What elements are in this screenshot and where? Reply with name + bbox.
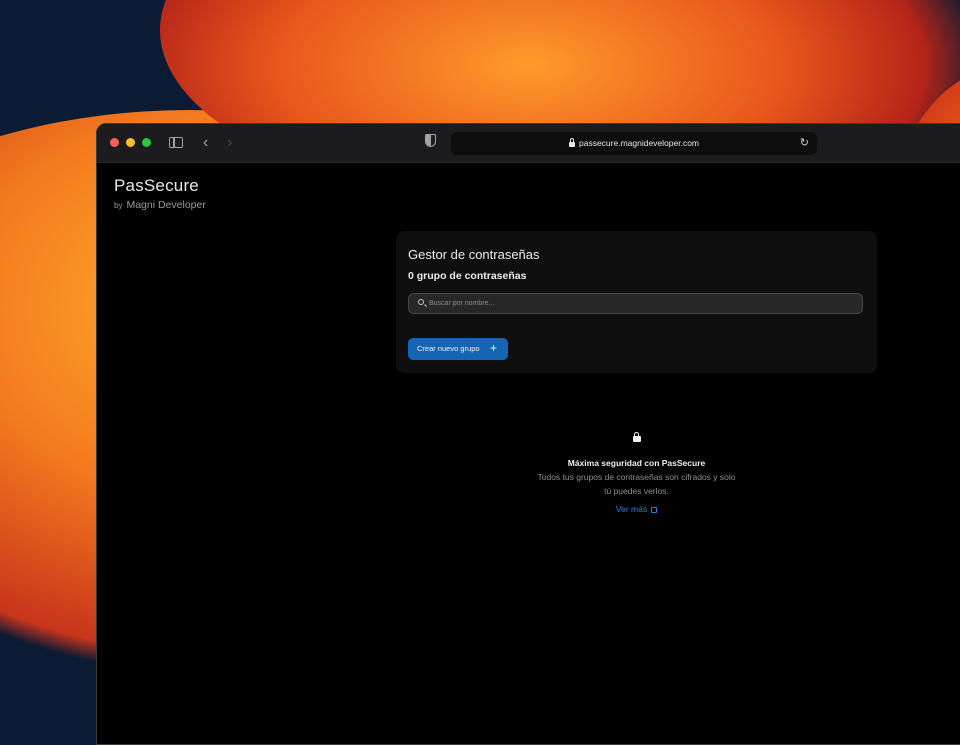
lock-icon xyxy=(632,431,641,442)
learn-more-label: Ver más xyxy=(615,504,648,514)
byline-prefix: by xyxy=(114,201,123,210)
chevron-right-icon[interactable]: › xyxy=(227,133,232,153)
search-placeholder: Buscar por nombre... xyxy=(429,300,495,307)
shield-icon[interactable] xyxy=(425,134,436,147)
group-count: 0 grupo de contraseñas xyxy=(408,270,527,282)
page-content: PasSecure by Magni Developer Gestor de co… xyxy=(97,163,960,744)
security-title: Máxima seguridad con PasSecure xyxy=(567,458,706,468)
external-link-icon xyxy=(651,507,658,513)
plus-icon: + xyxy=(489,341,497,355)
app-byline: by Magni Developer xyxy=(114,199,206,211)
learn-more-link[interactable]: Ver más xyxy=(396,504,877,514)
zoom-window-button[interactable] xyxy=(142,138,151,147)
developer-name: Magni Developer xyxy=(126,199,206,211)
lock-icon xyxy=(568,138,575,147)
security-description: Todos tus grupos de contraseñas son cifr… xyxy=(537,472,736,496)
address-bar[interactable]: passecure.magnideveloper.com ↻ xyxy=(451,132,817,155)
create-group-button[interactable]: Crear nuevo grupo + xyxy=(408,338,508,360)
create-group-label: Crear nuevo grupo xyxy=(417,344,480,353)
minimize-window-button[interactable] xyxy=(126,138,135,147)
browser-toolbar: ‹ › passecure.magnideveloper.com ↻ xyxy=(97,124,960,163)
reload-icon[interactable]: ↻ xyxy=(800,132,809,155)
sidebar-icon[interactable] xyxy=(169,137,183,148)
app-title: PasSecure xyxy=(114,176,199,195)
address-url: passecure.magnideveloper.com xyxy=(578,138,699,148)
search-input[interactable]: Buscar por nombre... xyxy=(408,293,863,314)
password-manager-card: Gestor de contraseñas 0 grupo de contras… xyxy=(396,231,877,373)
security-info: Máxima seguridad con PasSecure Todos tus… xyxy=(396,429,877,514)
browser-window: ‹ › passecure.magnideveloper.com ↻ PasSe… xyxy=(96,123,960,745)
card-title: Gestor de contraseñas xyxy=(408,247,540,262)
search-icon xyxy=(418,299,424,305)
close-window-button[interactable] xyxy=(110,138,119,147)
chevron-left-icon[interactable]: ‹ xyxy=(203,133,208,153)
